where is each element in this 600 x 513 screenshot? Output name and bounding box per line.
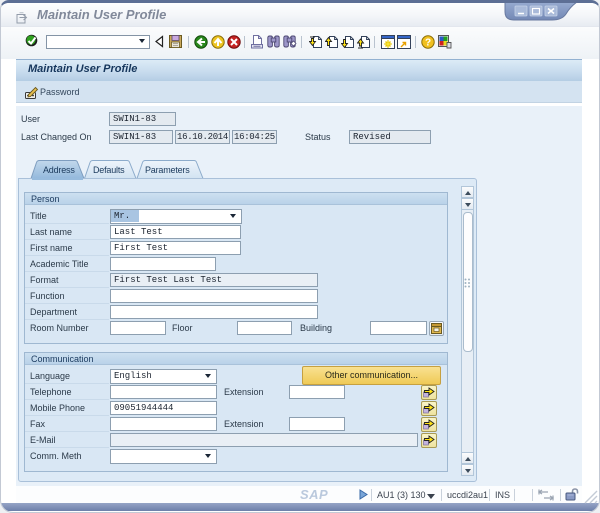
svg-text:?: ? [425,38,431,49]
